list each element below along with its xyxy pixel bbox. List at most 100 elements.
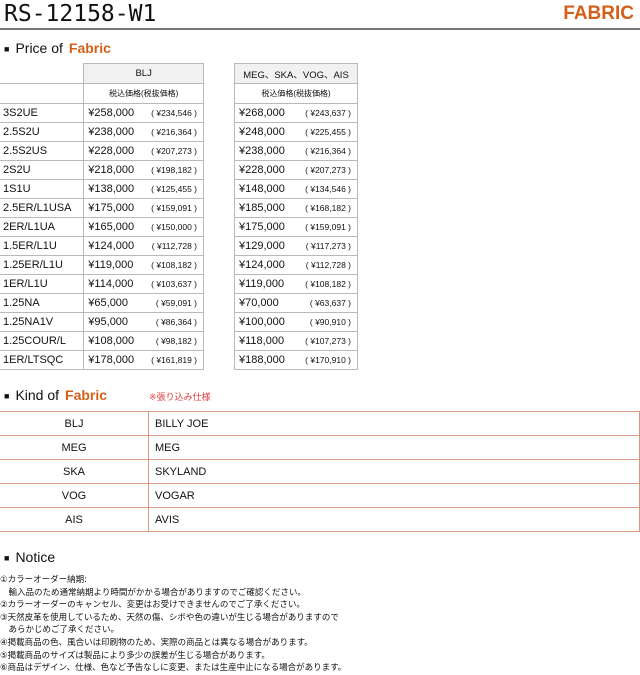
table-row: ¥124,000( ¥112,728 ) <box>233 255 358 275</box>
price-cell: ¥70,000 <box>233 293 300 313</box>
price-table-others: MEG、SKA、VOG、AIS 税込価格(税抜価格) ¥268,000( ¥24… <box>233 63 358 370</box>
table-row: ¥119,000( ¥108,182 ) <box>233 274 358 294</box>
notice-line: ①カラーオーダー納期: <box>0 575 87 585</box>
price-cell: ¥138,000 <box>83 179 146 199</box>
price-ex-tax-cell: ( ¥216,364 ) <box>299 141 358 161</box>
notice-line: 輸入品のため通常納期より時間がかかる場合がありますのでご確認ください。 <box>0 587 306 598</box>
table-row: ¥118,000( ¥107,273 ) <box>233 331 358 351</box>
price-cell: ¥258,000 <box>83 103 146 123</box>
model-cell: 2.5S2US <box>0 141 85 161</box>
price-ex-tax-cell: ( ¥150,000 ) <box>145 217 204 237</box>
price-ex-tax-cell: ( ¥207,273 ) <box>299 160 358 180</box>
table-row: 3S2UE ¥258,000( ¥234,546 ) <box>0 103 204 123</box>
table-row: 1S1U ¥138,000( ¥125,455 ) <box>0 179 204 199</box>
price-cell: ¥238,000 <box>83 122 146 142</box>
page-header: RS-12158-W1 FABRIC <box>0 0 640 30</box>
model-cell: 1ER/L1U <box>0 274 85 294</box>
model-cell: 1.25ER/L1U <box>0 255 85 275</box>
fabric-name-cell: MEG <box>148 435 640 460</box>
notice-line: ④掲載商品の色、風合いは印刷物のため、実際の商品とは異なる場合があります。 <box>0 637 313 648</box>
column-header-blj: BLJ <box>83 63 204 84</box>
table-row: 1.25NA ¥65,000( ¥59,091 ) <box>0 293 204 313</box>
table-row: 1.25NA1V ¥95,000( ¥86,364 ) <box>0 312 204 332</box>
price-cell: ¥175,000 <box>233 217 300 237</box>
notice-list: ①カラーオーダー納期: 輸入品のため通常納期より時間がかかる場合がありますのでご… <box>0 574 346 675</box>
model-cell: 1.5ER/L1U <box>0 236 85 256</box>
fabric-code-cell: MEG <box>0 435 149 460</box>
column-header-others: MEG、SKA、VOG、AIS <box>234 63 358 84</box>
square-bullet-icon: ■ <box>4 391 10 401</box>
price-cell: ¥228,000 <box>83 141 146 161</box>
table-row: MEG MEG <box>0 435 640 460</box>
table-row: 2.5S2U ¥238,000( ¥216,364 ) <box>0 122 204 142</box>
table-row: 2.5S2US ¥228,000( ¥207,273 ) <box>0 141 204 161</box>
table-row: 1.25ER/L1U ¥119,000( ¥108,182 ) <box>0 255 204 275</box>
price-cell: ¥119,000 <box>83 255 146 275</box>
table-row: AIS AVIS <box>0 507 640 532</box>
price-cell: ¥65,000 <box>83 293 146 313</box>
table-row: 2.5ER/L1USA ¥175,000( ¥159,091 ) <box>0 198 204 218</box>
fabric-code-cell: SKA <box>0 459 149 484</box>
fabric-name-cell: SKYLAND <box>148 459 640 484</box>
notice-heading: ■ Notice <box>4 549 56 565</box>
fabric-name-cell: BILLY JOE <box>148 411 640 436</box>
upholstery-note: ※張り込み仕様 <box>149 392 211 402</box>
model-cell: 2.5S2U <box>0 122 85 142</box>
header-divider <box>0 28 640 30</box>
table-row: 1ER/L1U ¥114,000( ¥103,637 ) <box>0 274 204 294</box>
price-cell: ¥188,000 <box>233 350 300 370</box>
price-cell: ¥268,000 <box>233 103 300 123</box>
price-ex-tax-cell: ( ¥59,091 ) <box>145 293 204 313</box>
fabric-code-cell: VOG <box>0 483 149 508</box>
model-cell: 1.25COUR/L <box>0 331 85 351</box>
fabric-name-cell: VOGAR <box>148 483 640 508</box>
price-cell: ¥129,000 <box>233 236 300 256</box>
price-ex-tax-cell: ( ¥225,455 ) <box>299 122 358 142</box>
price-ex-tax-cell: ( ¥134,546 ) <box>299 179 358 199</box>
price-ex-tax-cell: ( ¥98,182 ) <box>145 331 204 351</box>
table-row: ¥100,000( ¥90,910 ) <box>233 312 358 332</box>
table-row: ¥129,000( ¥117,273 ) <box>233 236 358 256</box>
price-ex-tax-cell: ( ¥108,182 ) <box>145 255 204 275</box>
price-ex-tax-cell: ( ¥107,273 ) <box>299 331 358 351</box>
table-row: ¥185,000( ¥168,182 ) <box>233 198 358 218</box>
price-cell: ¥238,000 <box>233 141 300 161</box>
price-cell: ¥175,000 <box>83 198 146 218</box>
price-ex-tax-cell: ( ¥234,546 ) <box>145 103 204 123</box>
price-ex-tax-cell: ( ¥168,182 ) <box>299 198 358 218</box>
price-ex-tax-cell: ( ¥243,637 ) <box>299 103 358 123</box>
kind-section-heading: ■ Kind of Fabric ※張り込み仕様 <box>4 387 211 403</box>
table-row: ¥268,000( ¥243,637 ) <box>233 103 358 123</box>
price-ex-tax-cell: ( ¥117,273 ) <box>299 236 358 256</box>
table-row: ¥238,000( ¥216,364 ) <box>233 141 358 161</box>
table-row: ¥188,000( ¥170,910 ) <box>233 350 358 370</box>
model-cell: 1.25NA <box>0 293 85 313</box>
price-ex-tax-cell: ( ¥207,273 ) <box>145 141 204 161</box>
table-row: BLJ BILLY JOE <box>0 411 640 436</box>
price-cell: ¥95,000 <box>83 312 146 332</box>
price-table-blj: BLJ 税込価格(税抜価格) 3S2UE ¥258,000( ¥234,546 )… <box>0 63 204 370</box>
fabric-kind-table: BLJ BILLY JOE MEG MEG SKA SKYLAND VOG VOGAR AIS A… <box>0 411 640 532</box>
square-bullet-icon: ■ <box>4 553 10 563</box>
table-row: 2ER/L1UA ¥165,000( ¥150,000 ) <box>0 217 204 237</box>
notice-line: ⑥商品はデザイン、仕様、色など予告なしに変更、または生産中止になる場合があります… <box>0 663 347 674</box>
fabric-name-cell: AVIS <box>148 507 640 532</box>
price-cell: ¥124,000 <box>233 255 300 275</box>
price-cell: ¥218,000 <box>83 160 146 180</box>
price-cell: ¥228,000 <box>233 160 300 180</box>
subheader-tax: 税込価格(税抜価格) <box>83 83 204 104</box>
square-bullet-icon: ■ <box>4 44 10 54</box>
model-cell: 1S1U <box>0 179 85 199</box>
price-ex-tax-cell: ( ¥216,364 ) <box>145 122 204 142</box>
model-number: RS-12158-W1 <box>4 1 157 27</box>
price-ex-tax-cell: ( ¥161,819 ) <box>145 350 204 370</box>
price-cell: ¥165,000 <box>83 217 146 237</box>
model-cell: 1.25NA1V <box>0 312 85 332</box>
model-cell: 2ER/L1UA <box>0 217 85 237</box>
price-ex-tax-cell: ( ¥159,091 ) <box>299 217 358 237</box>
subheader-tax: 税込価格(税抜価格) <box>234 83 358 104</box>
price-ex-tax-cell: ( ¥198,182 ) <box>145 160 204 180</box>
model-cell: 2.5ER/L1USA <box>0 198 85 218</box>
price-ex-tax-cell: ( ¥63,637 ) <box>299 293 358 313</box>
category-label: FABRIC <box>563 3 634 24</box>
